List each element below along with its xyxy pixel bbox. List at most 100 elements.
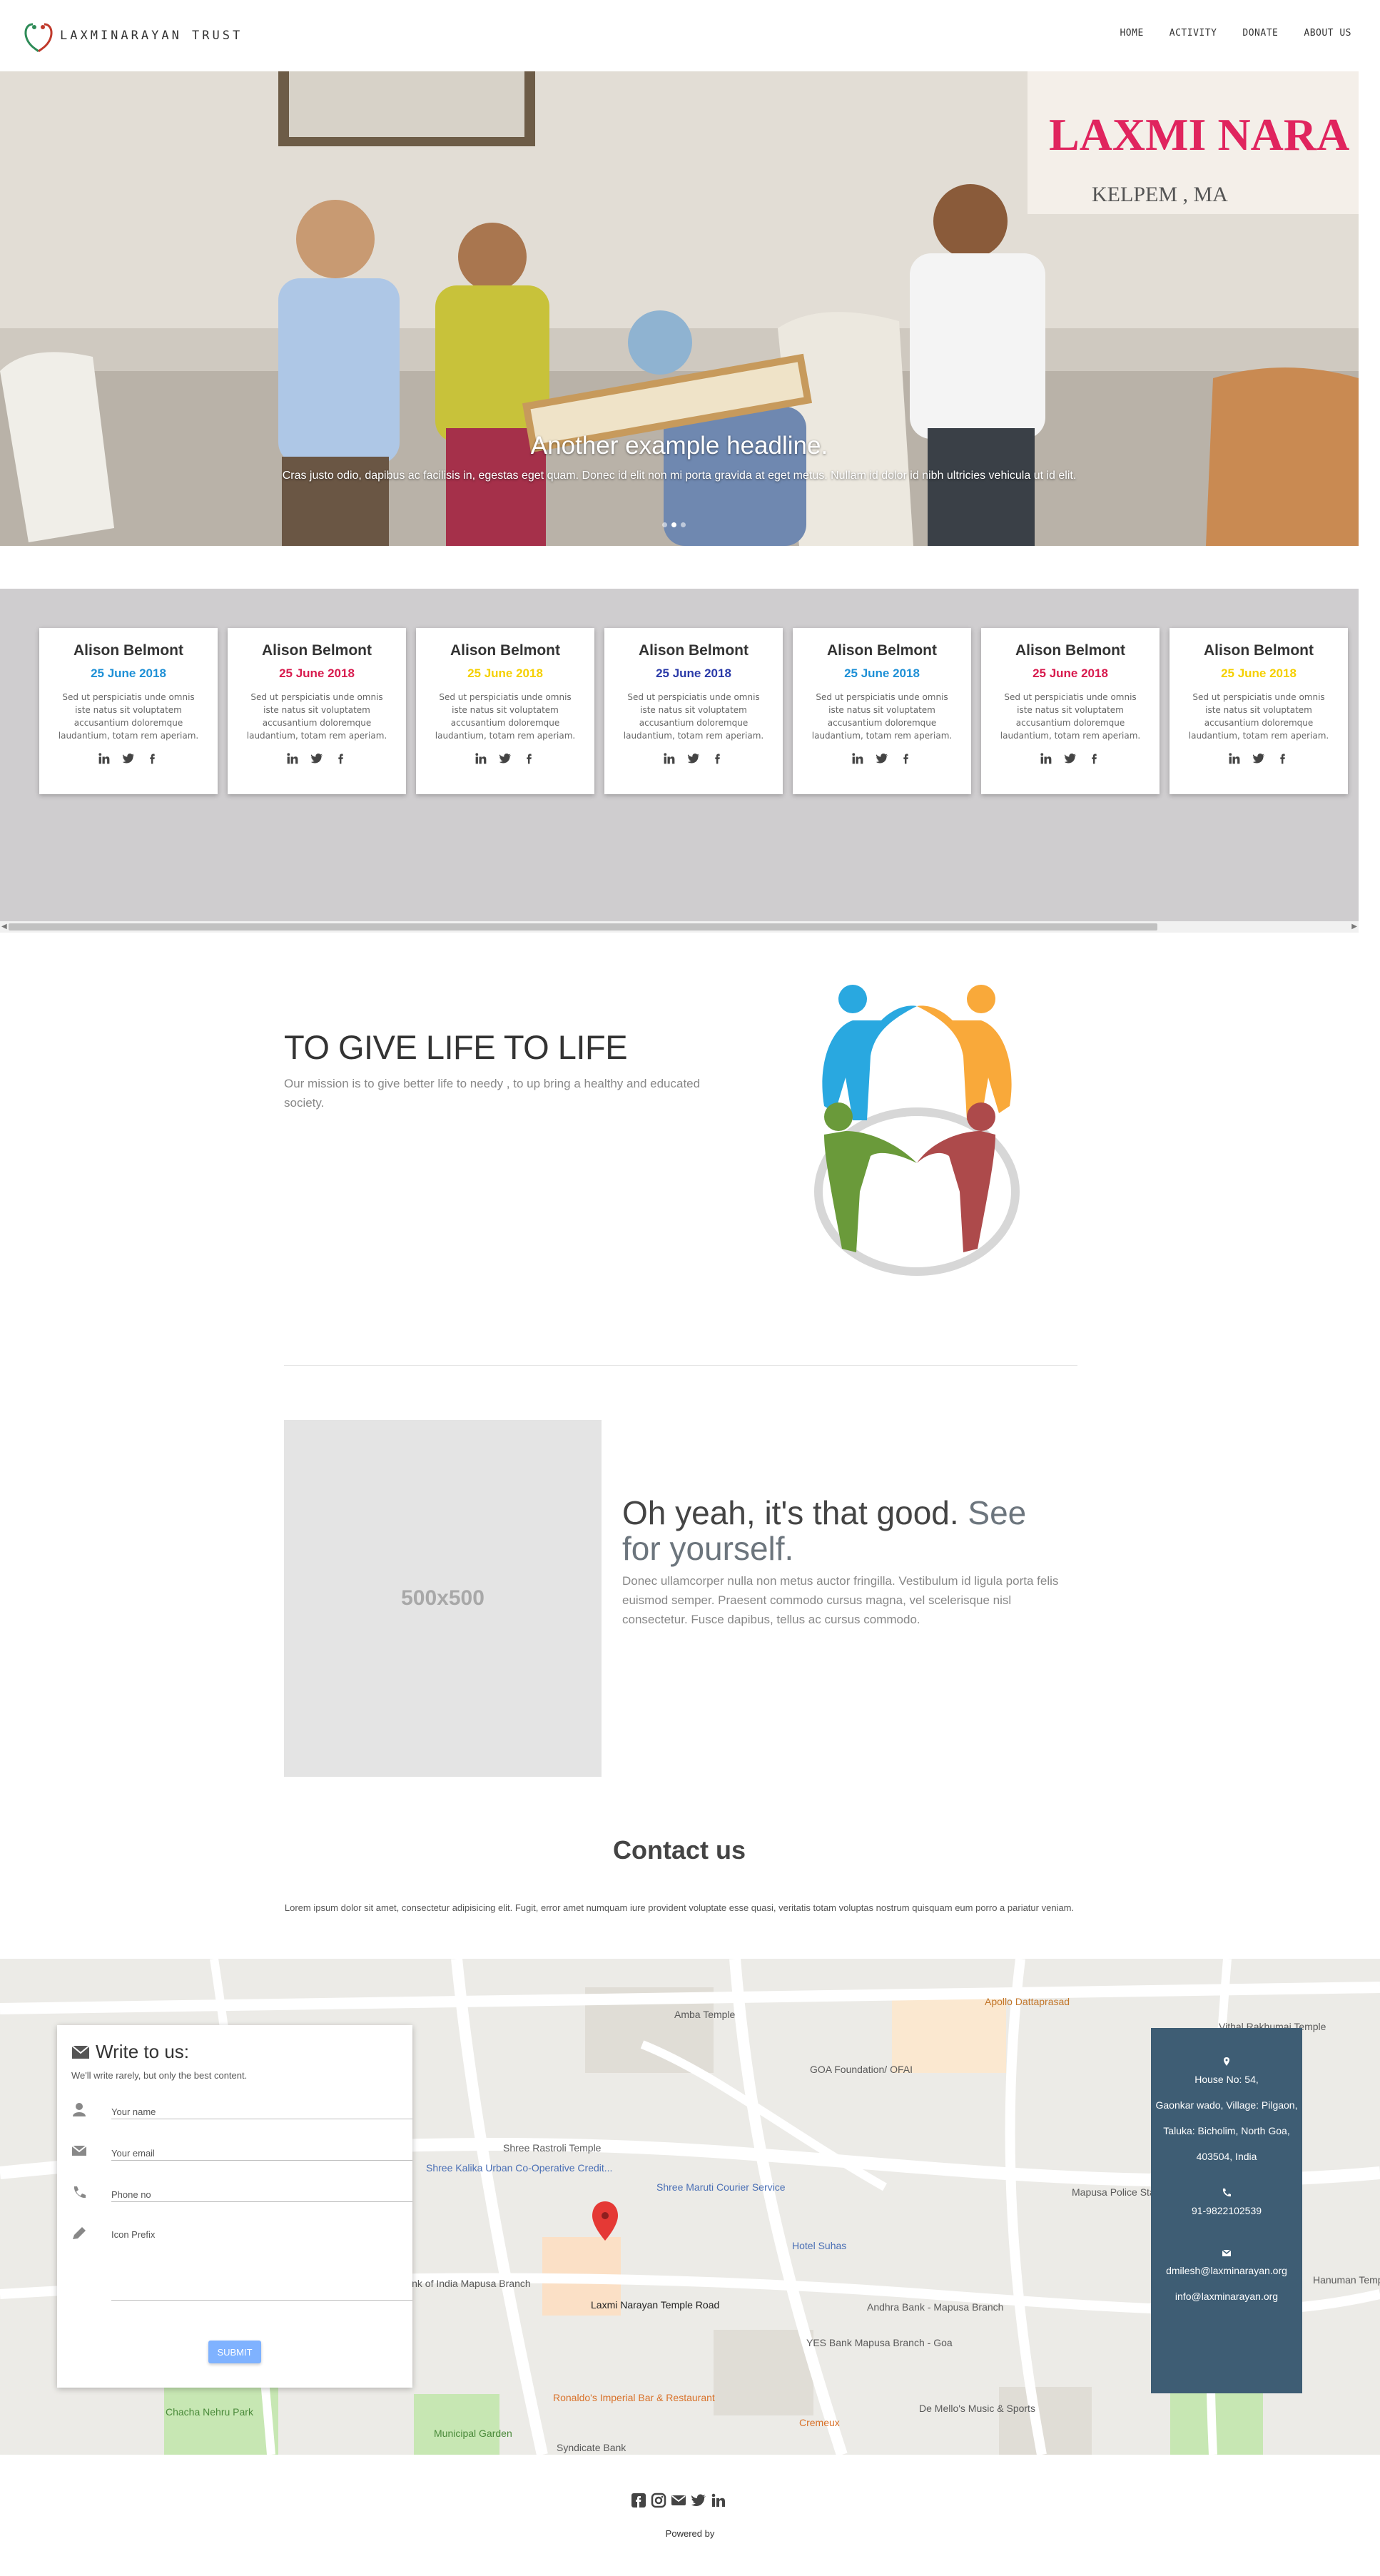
linkedin-icon[interactable] — [851, 752, 864, 765]
envelope-icon[interactable] — [671, 2493, 686, 2508]
card-name: Alison Belmont — [826, 642, 937, 659]
twitter-icon[interactable] — [876, 752, 888, 765]
email-field — [71, 2139, 412, 2164]
facebook-icon[interactable] — [335, 752, 347, 765]
pencil-icon — [73, 2227, 86, 2239]
map-label-laxmi-narayan: Laxmi Narayan Temple Road — [591, 2299, 719, 2311]
card-name: Alison Belmont — [1015, 642, 1125, 659]
map-label-bank-of-india: Bank of India Mapusa Branch — [400, 2278, 531, 2289]
form-title-text: Write to us: — [96, 2041, 190, 2062]
twitter-icon[interactable] — [310, 752, 323, 765]
nav-donate[interactable]: DONATE — [1242, 28, 1278, 39]
map-label-de-mellos: De Mello's Music & Sports — [919, 2403, 1035, 2414]
facebook-icon[interactable] — [1277, 752, 1289, 765]
scrollbar-thumb[interactable] — [9, 923, 1157, 930]
navbar: LAXMINARAYAN TRUST HOME ACTIVITY DONATE … — [0, 0, 1380, 71]
address-line-2: Gaonkar wado, Village: Pilgaon, — [1155, 2099, 1298, 2111]
card-social-links — [39, 752, 218, 765]
carousel-indicator-1[interactable] — [662, 522, 667, 527]
nav-about-us[interactable]: ABOUT US — [1304, 28, 1351, 39]
twitter-icon[interactable] — [1064, 752, 1077, 765]
linkedin-icon[interactable] — [475, 752, 487, 765]
card-text: Sed ut perspiciatis unde omnis iste natu… — [811, 692, 953, 741]
card-social-links — [604, 752, 783, 765]
linkedin-icon[interactable] — [98, 752, 111, 765]
card-text: Sed ut perspiciatis unde omnis iste natu… — [623, 692, 764, 741]
banner-text: LAXMI NARA — [1049, 109, 1349, 160]
facebook-icon[interactable] — [523, 752, 536, 765]
feature-heading-main: Oh yeah, it's that good. — [622, 1494, 959, 1531]
facebook-icon[interactable] — [146, 752, 159, 765]
instagram-icon[interactable] — [651, 2493, 666, 2508]
scroll-right-arrow-icon[interactable]: ▶ — [1351, 923, 1357, 930]
card-date: 25 June 2018 — [91, 666, 166, 680]
name-input[interactable] — [111, 2098, 412, 2119]
card-text: Sed ut perspiciatis unde omnis iste natu… — [246, 692, 387, 741]
contact-title: Contact us — [612, 1835, 746, 1865]
address-phone[interactable]: 91-9822102539 — [1151, 2198, 1302, 2223]
facebook-square-icon[interactable] — [631, 2493, 646, 2508]
form-title: Write to us: — [71, 2041, 398, 2063]
facebook-icon[interactable] — [711, 752, 724, 765]
message-textarea[interactable] — [111, 2222, 412, 2301]
card-social-links — [228, 752, 406, 765]
twitter-icon[interactable] — [691, 2493, 706, 2508]
carousel-indicator-3[interactable] — [681, 522, 686, 527]
mission-title: TO GIVE LIFE TO LIFE — [284, 1028, 628, 1066]
hero-carousel[interactable]: LAXMI NARA KELPEM , MA Another example h… — [0, 71, 1359, 546]
map-label-ronaldos: Ronaldo's Imperial Bar & Restaurant — [553, 2392, 715, 2403]
form-subtitle: We'll write rarely, but only the best co… — [71, 2070, 248, 2081]
card-name: Alison Belmont — [450, 642, 560, 659]
twitter-icon[interactable] — [122, 752, 135, 765]
linkedin-icon[interactable] — [1228, 752, 1241, 765]
feature-heading: Oh yeah, it's that good. See for yoursel… — [622, 1495, 1072, 1566]
phone-field — [71, 2181, 412, 2205]
horizontal-scrollbar[interactable]: ◀ ▶ — [0, 921, 1359, 933]
linkedin-icon[interactable] — [711, 2493, 726, 2508]
carousel-headline: Another example headline. — [530, 432, 828, 460]
facebook-icon[interactable] — [1088, 752, 1101, 765]
team-section[interactable]: Alison Belmont 25 June 2018 Sed ut persp… — [0, 589, 1359, 923]
map-label-apollo: Apollo Dattaprasad — [985, 1996, 1070, 2007]
team-card: Alison Belmont 25 June 2018 Sed ut persp… — [416, 628, 594, 794]
address-line-3: Taluka: Bicholim, North Goa, — [1163, 2125, 1290, 2136]
map-label-yes-bank: YES Bank Mapusa Branch - Goa — [806, 2337, 953, 2348]
map-label-hanuman-temple: Hanuman Temple — [1313, 2274, 1380, 2286]
trust-logo-icon — [24, 23, 53, 53]
phone-input[interactable] — [111, 2181, 412, 2202]
card-social-links — [793, 752, 971, 765]
submit-button[interactable]: SUBMIT — [208, 2341, 261, 2363]
email-input[interactable] — [111, 2139, 412, 2161]
card-date: 25 June 2018 — [844, 666, 920, 680]
address-email-1[interactable]: dmilesh@laxminarayan.org — [1151, 2258, 1302, 2283]
twitter-icon[interactable] — [499, 752, 512, 765]
map-label-cremeux: Cremeux — [799, 2417, 840, 2428]
map-label-syndicate-bank: Syndicate Bank — [557, 2442, 626, 2453]
nav-activity[interactable]: ACTIVITY — [1170, 28, 1217, 39]
facebook-icon[interactable] — [900, 752, 913, 765]
team-cards: Alison Belmont 25 June 2018 Sed ut persp… — [39, 628, 1348, 794]
team-card: Alison Belmont 25 June 2018 Sed ut persp… — [604, 628, 783, 794]
carousel-indicator-2[interactable] — [671, 522, 676, 527]
linkedin-icon[interactable] — [663, 752, 676, 765]
nav-home[interactable]: HOME — [1120, 28, 1143, 39]
address-email-2[interactable]: info@laxminarayan.org — [1151, 2283, 1302, 2309]
nav-links: HOME ACTIVITY DONATE ABOUT US — [1120, 28, 1351, 39]
linkedin-icon[interactable] — [286, 752, 299, 765]
card-text: Sed ut perspiciatis unde omnis iste natu… — [1000, 692, 1141, 741]
brand-name: LAXMINARAYAN TRUST — [60, 29, 243, 43]
name-field — [71, 2098, 412, 2122]
linkedin-icon[interactable] — [1040, 752, 1052, 765]
brand[interactable]: LAXMINARAYAN TRUST — [19, 17, 243, 54]
twitter-icon[interactable] — [1252, 752, 1265, 765]
card-social-links — [416, 752, 594, 765]
phone-icon — [1222, 2189, 1231, 2197]
scroll-left-arrow-icon[interactable]: ◀ — [1, 923, 7, 930]
team-card: Alison Belmont 25 June 2018 Sed ut persp… — [981, 628, 1160, 794]
card-date: 25 June 2018 — [656, 666, 731, 680]
card-date: 25 June 2018 — [279, 666, 355, 680]
banner-subtext: KELPEM , MA — [1092, 183, 1228, 206]
map-marker-icon — [1224, 2057, 1229, 2066]
feature-text: Donec ullamcorper nulla non metus auctor… — [622, 1574, 1059, 1626]
twitter-icon[interactable] — [687, 752, 700, 765]
